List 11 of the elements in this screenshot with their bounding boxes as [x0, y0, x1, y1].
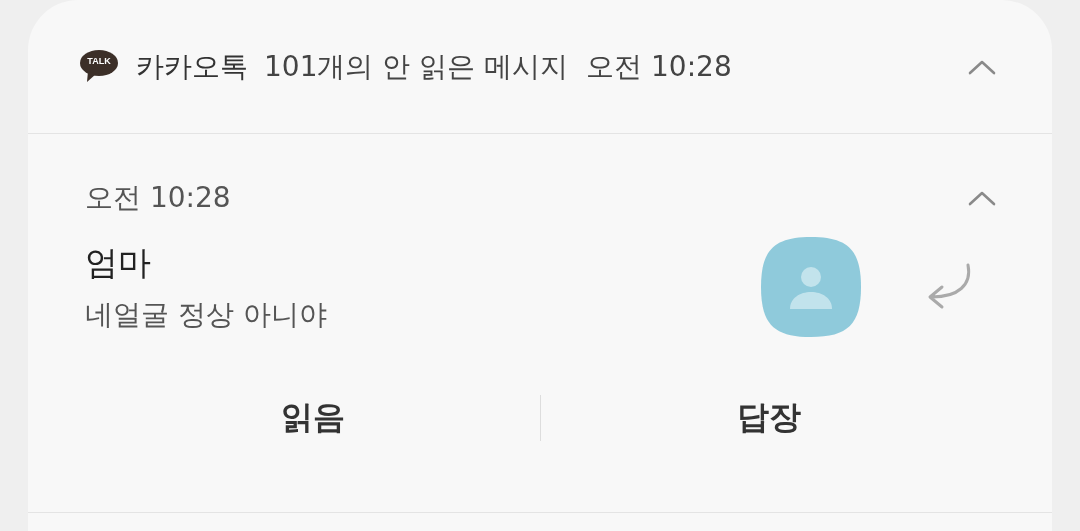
notification-time: 오전 10:28 — [586, 48, 732, 85]
collapse-icon[interactable] — [968, 58, 996, 75]
avatar-icon — [760, 236, 862, 338]
sender-name: 엄마 — [85, 241, 152, 284]
collapse-icon[interactable] — [968, 190, 996, 206]
message-text: 네얼굴 정상 아니야 — [85, 296, 328, 333]
notification-summary: 101개의 안 읽은 메시지 — [264, 48, 569, 85]
action-button[interactable]: 답장 — [541, 388, 996, 448]
app-name: 카카오톡 — [136, 48, 248, 85]
action-button[interactable]: 읽음 — [85, 388, 540, 448]
message-time: 오전 10:28 — [85, 180, 231, 216]
